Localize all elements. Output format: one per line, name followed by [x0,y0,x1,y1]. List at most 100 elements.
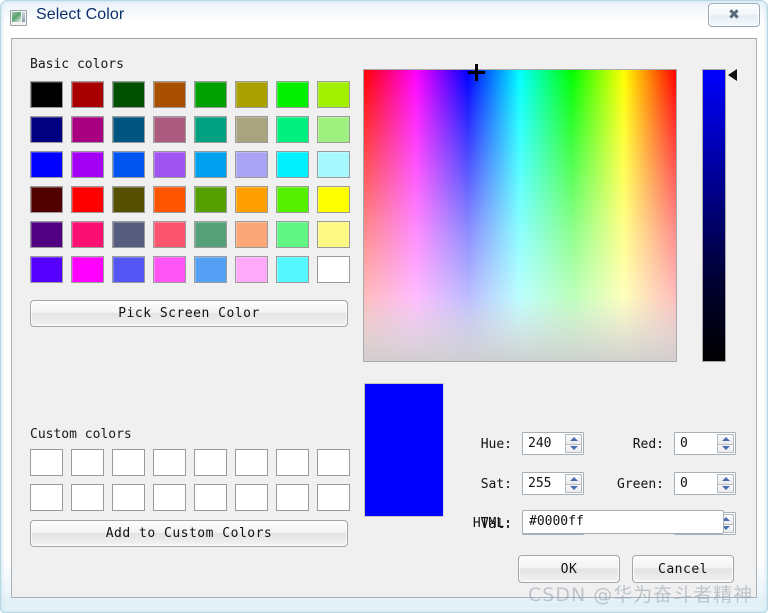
green-stepper[interactable] [717,474,734,493]
basic-color-swatch-0-6[interactable] [276,81,309,108]
basic-color-swatch-4-6[interactable] [276,221,309,248]
basic-color-swatch-2-2[interactable] [112,151,145,178]
custom-color-swatch-0-1[interactable] [71,449,104,476]
basic-color-swatch-0-7[interactable] [317,81,350,108]
basic-color-swatch-3-0[interactable] [30,186,63,213]
basic-color-swatch-2-3[interactable] [153,151,186,178]
red-stepper-down-icon[interactable] [717,443,734,453]
custom-color-swatch-0-6[interactable] [276,449,309,476]
sat-stepper[interactable] [565,474,582,493]
sat-label: Sat: [480,477,512,492]
dialog-window: Select Color ✖ Basic colors Pick Screen … [0,0,768,613]
custom-color-swatch-0-2[interactable] [112,449,145,476]
basic-color-swatch-3-3[interactable] [153,186,186,213]
custom-color-swatch-1-6[interactable] [276,484,309,511]
basic-color-swatch-0-2[interactable] [112,81,145,108]
color-preview-swatch [364,383,444,517]
basic-color-swatch-3-4[interactable] [194,186,227,213]
red-value: 0 [680,436,688,451]
custom-color-swatch-0-0[interactable] [30,449,63,476]
hue-input[interactable]: 240 [522,432,584,455]
red-input[interactable]: 0 [674,432,736,455]
red-stepper-up-icon[interactable] [717,434,734,444]
basic-color-swatch-0-3[interactable] [153,81,186,108]
hue-stepper-up-icon[interactable] [565,434,582,444]
basic-color-swatch-5-1[interactable] [71,256,104,283]
color-field-crosshair-icon [468,64,485,81]
basic-color-swatch-2-5[interactable] [235,151,268,178]
custom-color-swatch-0-5[interactable] [235,449,268,476]
basic-color-swatch-3-2[interactable] [112,186,145,213]
color-field[interactable] [363,64,677,362]
basic-color-swatch-5-0[interactable] [30,256,63,283]
value-slider[interactable] [702,69,726,362]
sat-input[interactable]: 255 [522,472,584,495]
hue-label: Hue: [480,437,512,452]
add-to-custom-colors-button[interactable]: Add to Custom Colors [30,520,348,547]
pick-screen-color-button[interactable]: Pick Screen Color [30,300,348,327]
custom-color-swatch-1-0[interactable] [30,484,63,511]
close-button[interactable]: ✖ [708,3,760,27]
custom-color-swatch-1-3[interactable] [153,484,186,511]
basic-color-swatch-4-1[interactable] [71,221,104,248]
basic-color-swatch-1-1[interactable] [71,116,104,143]
green-input[interactable]: 0 [674,472,736,495]
basic-color-swatch-4-2[interactable] [112,221,145,248]
basic-color-swatch-2-0[interactable] [30,151,63,178]
basic-color-swatch-0-0[interactable] [30,81,63,108]
html-value: #0000ff [529,514,584,529]
html-label: HTML: [472,516,512,531]
basic-color-swatch-1-7[interactable] [317,116,350,143]
basic-color-swatch-0-5[interactable] [235,81,268,108]
basic-color-swatch-2-7[interactable] [317,151,350,178]
basic-color-swatch-4-3[interactable] [153,221,186,248]
basic-color-swatch-3-5[interactable] [235,186,268,213]
green-stepper-down-icon[interactable] [717,483,734,493]
sat-stepper-down-icon[interactable] [565,483,582,493]
basic-color-swatch-1-0[interactable] [30,116,63,143]
basic-color-swatch-0-1[interactable] [71,81,104,108]
basic-color-swatch-3-6[interactable] [276,186,309,213]
ok-button[interactable]: OK [518,555,620,583]
basic-colors-label: Basic colors [30,57,124,72]
basic-color-swatch-1-3[interactable] [153,116,186,143]
value-slider-handle-icon[interactable] [728,69,737,81]
basic-color-swatch-0-4[interactable] [194,81,227,108]
basic-color-swatch-3-1[interactable] [71,186,104,213]
html-input[interactable]: #0000ff [522,510,724,534]
custom-color-swatch-1-2[interactable] [112,484,145,511]
basic-color-swatch-1-2[interactable] [112,116,145,143]
custom-color-swatch-1-4[interactable] [194,484,227,511]
basic-color-swatch-5-5[interactable] [235,256,268,283]
hue-stepper-down-icon[interactable] [565,443,582,453]
basic-color-swatch-1-6[interactable] [276,116,309,143]
basic-colors-grid[interactable] [30,81,357,290]
custom-color-swatch-0-4[interactable] [194,449,227,476]
basic-color-swatch-2-6[interactable] [276,151,309,178]
basic-color-swatch-5-2[interactable] [112,256,145,283]
custom-color-swatch-1-5[interactable] [235,484,268,511]
basic-color-swatch-5-4[interactable] [194,256,227,283]
basic-color-swatch-2-4[interactable] [194,151,227,178]
custom-color-swatch-1-7[interactable] [317,484,350,511]
basic-color-swatch-5-6[interactable] [276,256,309,283]
basic-color-swatch-3-7[interactable] [317,186,350,213]
basic-color-swatch-4-5[interactable] [235,221,268,248]
basic-color-swatch-1-5[interactable] [235,116,268,143]
basic-color-swatch-4-0[interactable] [30,221,63,248]
basic-color-swatch-2-1[interactable] [71,151,104,178]
custom-colors-grid[interactable] [30,449,357,518]
custom-color-swatch-0-7[interactable] [317,449,350,476]
basic-color-swatch-4-4[interactable] [194,221,227,248]
sat-stepper-up-icon[interactable] [565,474,582,484]
basic-color-swatch-4-7[interactable] [317,221,350,248]
custom-color-swatch-0-3[interactable] [153,449,186,476]
red-stepper[interactable] [717,434,734,453]
hue-stepper[interactable] [565,434,582,453]
cancel-button[interactable]: Cancel [632,555,734,583]
basic-color-swatch-5-7[interactable] [317,256,350,283]
green-stepper-up-icon[interactable] [717,474,734,484]
basic-color-swatch-1-4[interactable] [194,116,227,143]
custom-color-swatch-1-1[interactable] [71,484,104,511]
basic-color-swatch-5-3[interactable] [153,256,186,283]
